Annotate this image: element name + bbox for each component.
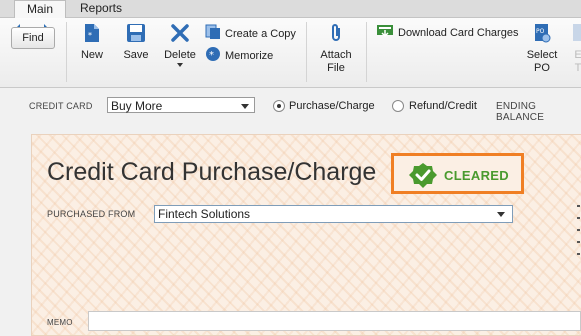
svg-text:*: *	[209, 50, 214, 61]
purchase-charge-label[interactable]: Purchase/Charge	[289, 100, 375, 112]
new-label: New	[80, 49, 103, 61]
check-mark-icon	[408, 162, 438, 192]
select-po-button[interactable]: PO Select PO	[525, 23, 559, 75]
separator	[66, 22, 67, 82]
attach-file-button[interactable]: Attach File	[315, 23, 357, 75]
refund-credit-label[interactable]: Refund/Credit	[409, 100, 477, 112]
partial-tool-button[interactable]: E T	[568, 23, 581, 75]
partial-tool-label-2: T	[574, 62, 581, 74]
select-po-label-2: PO	[534, 62, 550, 74]
find-button[interactable]: Find	[11, 27, 55, 49]
tab-reports[interactable]: Reports	[68, 0, 134, 17]
memorize-button[interactable]: * Memorize	[205, 46, 273, 66]
right-edge-marks	[577, 205, 581, 275]
purchase-charge-radio[interactable]	[273, 100, 285, 112]
download-card-charges-label: Download Card Charges	[398, 27, 519, 39]
save-label: Save	[123, 49, 149, 61]
chevron-down-icon	[497, 212, 505, 217]
select-po-label-1: Select	[526, 49, 558, 61]
delete-label: Delete	[164, 49, 196, 61]
memorize-icon: *	[205, 46, 221, 66]
delete-x-icon	[161, 23, 199, 47]
credit-card-value: Buy More	[111, 99, 163, 113]
delete-button[interactable]: Delete	[161, 23, 199, 67]
attach-file-label-1: Attach	[320, 49, 352, 61]
purchased-from-value: Fintech Solutions	[158, 207, 251, 221]
cleared-status-badge: CLEARED	[444, 168, 509, 183]
ribbon-toolbar: Find * New Save Delete Create a Copy * M…	[0, 18, 581, 88]
create-copy-button[interactable]: Create a Copy	[205, 24, 296, 44]
paperclip-icon	[315, 23, 357, 47]
save-button[interactable]: Save	[119, 23, 153, 62]
svg-text:PO: PO	[536, 28, 545, 35]
download-card-charges-button[interactable]: Download Card Charges	[376, 24, 518, 42]
copy-icon	[205, 24, 221, 44]
create-copy-label: Create a Copy	[225, 28, 296, 40]
chevron-down-icon[interactable]	[177, 63, 183, 67]
tab-strip: Main Reports	[0, 0, 581, 19]
credit-card-select[interactable]: Buy More	[107, 97, 255, 113]
ending-balance-label: ENDING BALANCE	[496, 101, 545, 123]
purchased-from-select[interactable]: Fintech Solutions	[154, 205, 513, 223]
memo-label: MEMO	[47, 318, 73, 327]
svg-text:*: *	[88, 31, 92, 40]
memo-field[interactable]	[88, 311, 581, 331]
chevron-down-icon	[241, 104, 249, 109]
new-document-icon: *	[76, 23, 108, 47]
separator	[306, 22, 307, 82]
memorize-label: Memorize	[225, 50, 274, 62]
save-disk-icon	[119, 23, 153, 47]
purchase-order-icon: PO	[525, 23, 559, 47]
refund-credit-radio[interactable]	[392, 100, 404, 112]
page-title: Credit Card Purchase/Charge	[47, 158, 377, 186]
purchased-from-label: PURCHASED FROM	[47, 209, 136, 219]
download-icon	[376, 24, 394, 42]
separator	[366, 22, 367, 82]
credit-card-label: CREDIT CARD	[29, 101, 93, 111]
attach-file-label-2: File	[327, 62, 345, 74]
tab-main[interactable]: Main	[14, 0, 67, 19]
new-button[interactable]: * New	[76, 23, 108, 62]
partial-tool-label-1: E	[574, 49, 581, 61]
partial-tool-icon	[568, 23, 581, 47]
